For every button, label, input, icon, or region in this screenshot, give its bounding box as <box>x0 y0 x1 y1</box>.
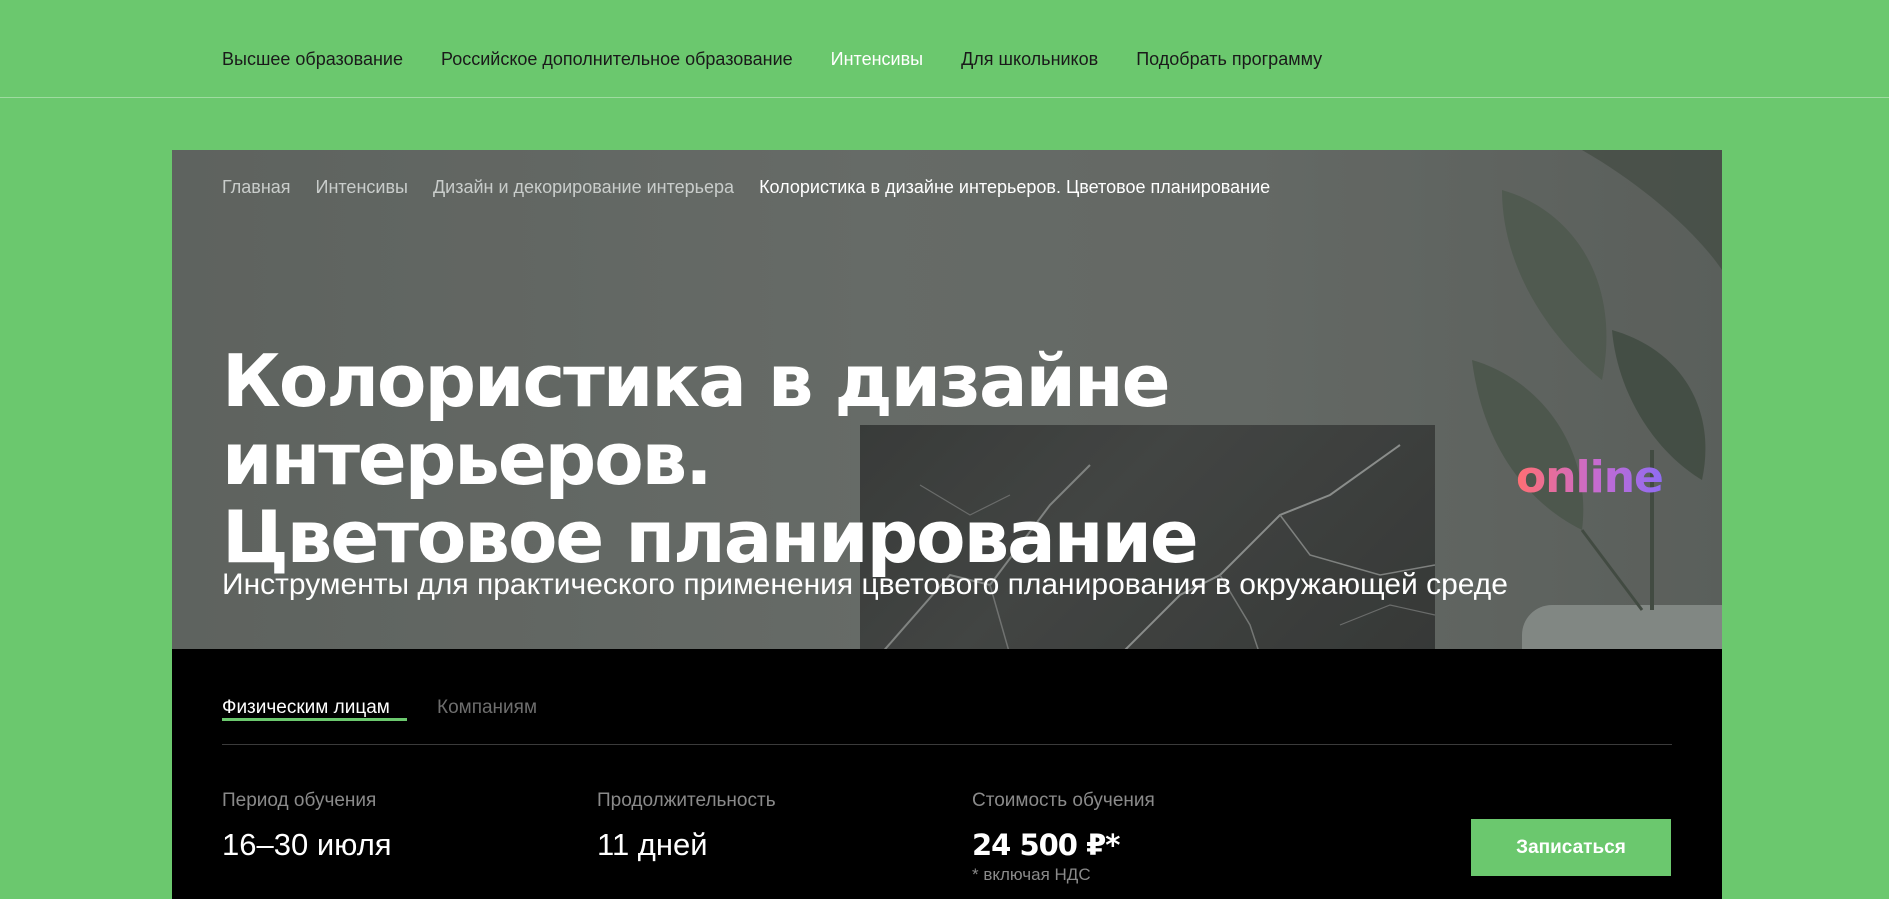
tab-individuals[interactable]: Физическим лицам <box>222 697 407 721</box>
breadcrumb-current: Колористика в дизайне интерьеров. Цветов… <box>759 177 1271 197</box>
audience-tabs: Физическим лицам Компаниям <box>222 649 1672 745</box>
duration-value: 11 дней <box>597 827 708 862</box>
page-title-line-1: Колористика в дизайне интерьеров. <box>222 339 1171 501</box>
study-period: Период обучения 16–30 июля <box>222 790 392 863</box>
signup-button[interactable]: Записаться <box>1471 819 1671 876</box>
duration: Продолжительность 11 дней <box>597 790 776 863</box>
nav-item-for-schoolchildren[interactable]: Для школьников <box>961 48 1098 70</box>
nav-item-choose-program[interactable]: Подобрать программу <box>1136 48 1322 70</box>
top-navigation: Высшее образование Российское дополнител… <box>0 0 1889 98</box>
tuition-cost-label: Стоимость обучения <box>972 790 1155 811</box>
enrollment-panel: Физическим лицам Компаниям Период обучен… <box>172 649 1722 899</box>
breadcrumb: Главная Интенсивы Дизайн и декорирование… <box>222 176 1270 198</box>
active-tab-indicator <box>222 718 407 721</box>
course-card: Главная Интенсивы Дизайн и декорирование… <box>172 150 1722 899</box>
study-period-label: Период обучения <box>222 790 377 811</box>
vat-note: * включая НДС <box>972 865 1091 884</box>
nav-item-additional-education[interactable]: Российское дополнительное образование <box>441 48 793 70</box>
duration-label: Продолжительность <box>597 790 776 811</box>
tuition-cost: Стоимость обучения 24 500 ₽* * включая Н… <box>972 790 1155 885</box>
breadcrumb-interior-design[interactable]: Дизайн и декорирование интерьера <box>433 176 734 198</box>
tab-companies[interactable]: Компаниям <box>437 697 537 719</box>
tuition-price: 24 500 ₽* <box>972 828 1120 862</box>
page-title: Колористика в дизайне интерьеров. Цветово… <box>222 342 1662 576</box>
breadcrumb-home[interactable]: Главная <box>222 176 291 198</box>
tab-individuals-label: Физическим лицам <box>222 697 390 718</box>
page-subtitle: Инструменты для практического применения… <box>222 568 1508 601</box>
hero-banner: Главная Интенсивы Дизайн и декорирование… <box>172 150 1722 649</box>
nav-item-intensives[interactable]: Интенсивы <box>831 48 923 70</box>
online-badge: online <box>1516 452 1664 503</box>
breadcrumb-intensives[interactable]: Интенсивы <box>316 176 408 198</box>
nav-item-higher-education[interactable]: Высшее образование <box>222 48 403 70</box>
study-period-value: 16–30 июля <box>222 827 392 862</box>
